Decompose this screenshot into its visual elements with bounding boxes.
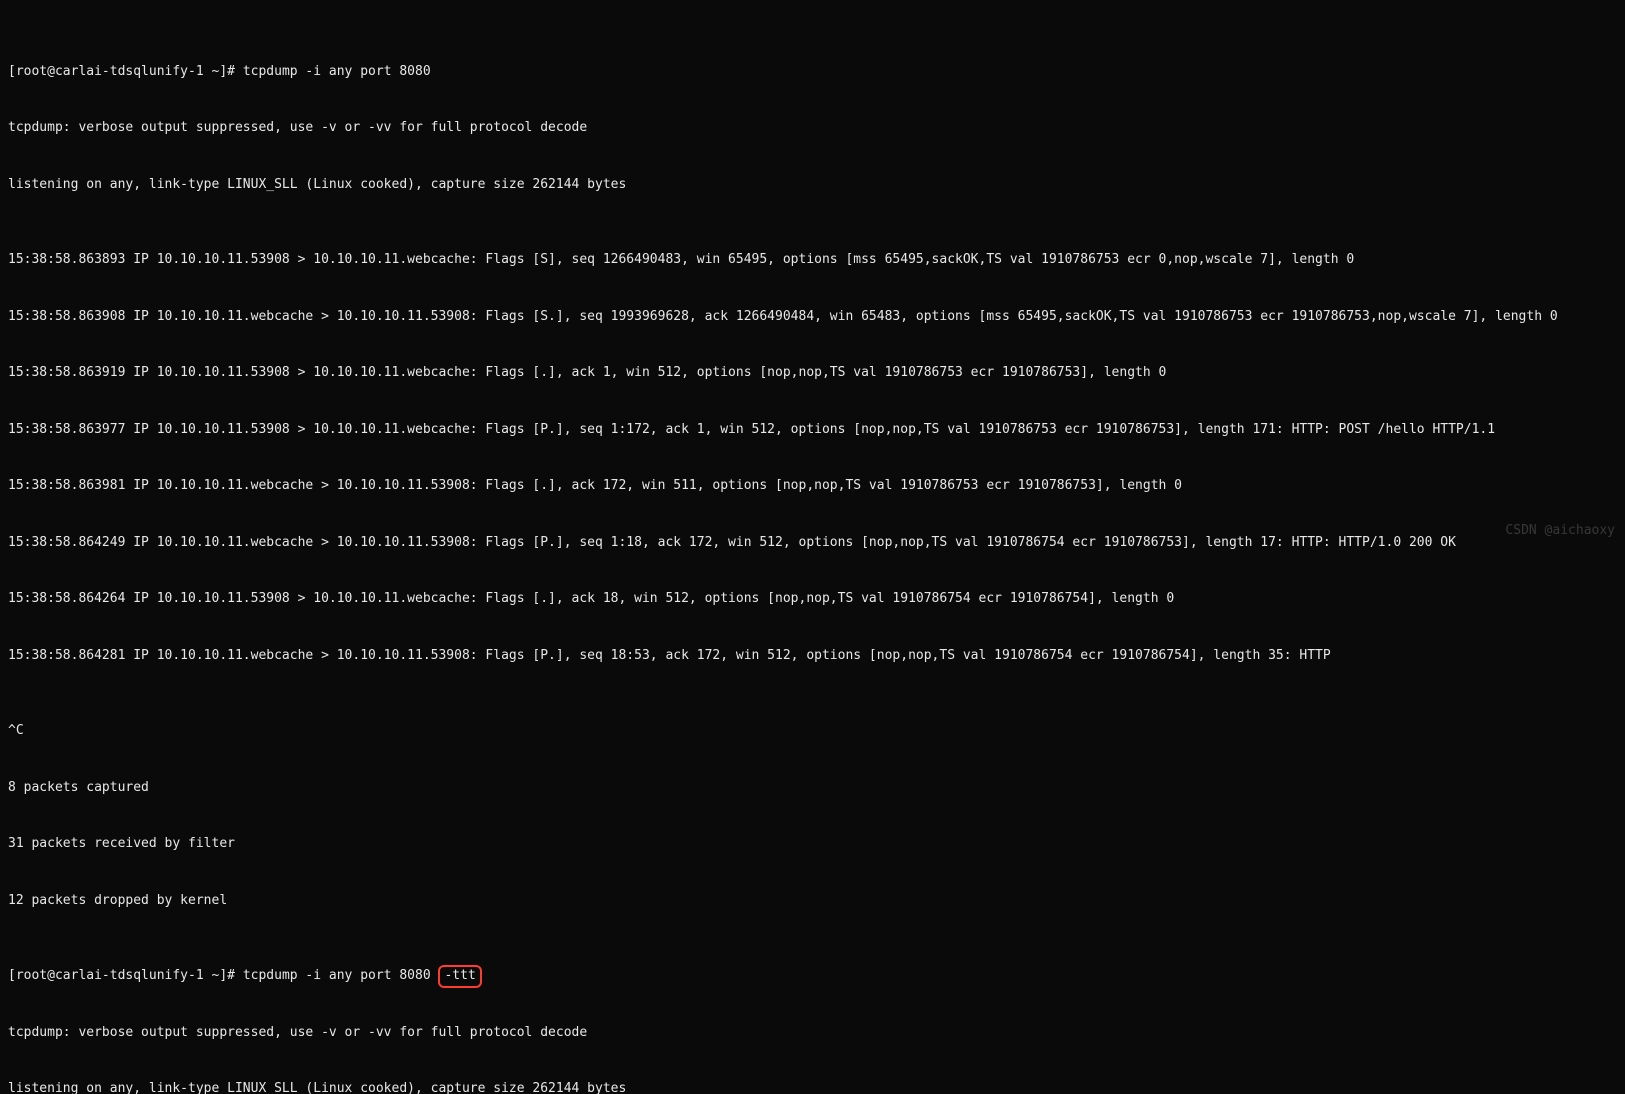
highlighted-flag: -ttt: [438, 965, 481, 988]
capture-summary: 31 packets received by filter: [8, 835, 1617, 854]
packet-line: 15:38:58.863919 IP 10.10.10.11.53908 > 1…: [8, 364, 1617, 383]
shell-prompt: [root@carlai-tdsqlunify-1 ~]#: [8, 968, 243, 983]
capture-summary: 8 packets captured: [8, 779, 1617, 798]
command-text: tcpdump -i any port 8080: [243, 968, 439, 983]
terminal-output[interactable]: [root@carlai-tdsqlunify-1 ~]# tcpdump -i…: [0, 0, 1625, 1094]
watermark-text: CSDN @aichaoxy: [1505, 522, 1615, 541]
capture-summary: 12 packets dropped by kernel: [8, 892, 1617, 911]
tcpdump-listening-msg: listening on any, link-type LINUX_SLL (L…: [8, 176, 1617, 195]
interrupt-signal: ^C: [8, 722, 1617, 741]
prompt-line-1: [root@carlai-tdsqlunify-1 ~]# tcpdump -i…: [8, 63, 1617, 82]
packet-line: 15:38:58.864249 IP 10.10.10.11.webcache …: [8, 534, 1617, 553]
packet-line: 15:38:58.863977 IP 10.10.10.11.53908 > 1…: [8, 421, 1617, 440]
packet-line: 15:38:58.863893 IP 10.10.10.11.53908 > 1…: [8, 251, 1617, 270]
shell-prompt: [root@carlai-tdsqlunify-1 ~]#: [8, 64, 243, 79]
packet-line: 15:38:58.864281 IP 10.10.10.11.webcache …: [8, 647, 1617, 666]
packet-line: 15:38:58.863908 IP 10.10.10.11.webcache …: [8, 308, 1617, 327]
tcpdump-listening-msg: listening on any, link-type LINUX_SLL (L…: [8, 1080, 1617, 1094]
packet-line: 15:38:58.864264 IP 10.10.10.11.53908 > 1…: [8, 590, 1617, 609]
command-text: tcpdump -i any port 8080: [243, 64, 431, 79]
packet-line: 15:38:58.863981 IP 10.10.10.11.webcache …: [8, 477, 1617, 496]
tcpdump-verbose-msg: tcpdump: verbose output suppressed, use …: [8, 119, 1617, 138]
tcpdump-verbose-msg: tcpdump: verbose output suppressed, use …: [8, 1024, 1617, 1043]
prompt-line-2: [root@carlai-tdsqlunify-1 ~]# tcpdump -i…: [8, 967, 1617, 986]
